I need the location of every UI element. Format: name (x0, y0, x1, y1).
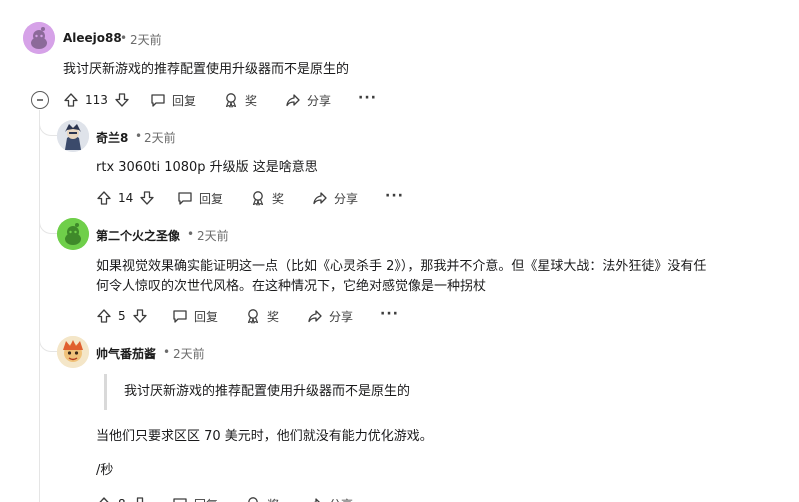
share-label: 分享 (329, 309, 354, 324)
more-options-button[interactable]: ··· (358, 90, 377, 106)
collapse-thread-button[interactable] (31, 91, 49, 109)
timestamp[interactable]: 2天前 (173, 345, 205, 362)
reply-icon (151, 94, 165, 107)
username[interactable]: 帅气番茄酱 (96, 345, 156, 362)
avatar[interactable] (57, 218, 89, 250)
comment-body-line: 何令人惊叹的次世代风格。在这种情况下，它绝对感觉像是一种拐杖 (96, 279, 487, 294)
username[interactable]: 奇兰8 (96, 129, 128, 146)
vote-count: 8 (118, 497, 126, 502)
reply-button[interactable]: 回复 (172, 304, 218, 328)
share-button[interactable]: 分享 (307, 304, 353, 328)
thread-elbow-1 (39, 110, 57, 136)
timestamp[interactable]: 2天前 (197, 227, 229, 244)
separator-dot: • (135, 129, 143, 143)
award-icon (225, 93, 237, 108)
share-button[interactable]: 分享 (307, 492, 353, 502)
reply-label: 回复 (172, 93, 197, 108)
comment-body: 我讨厌新游戏的推荐配置使用升级器而不是原生的 (63, 62, 350, 77)
reply-label: 回复 (194, 496, 218, 502)
comment-body: rtx 3060ti 1080p 升级版 这是啥意思 (96, 160, 318, 175)
reply-button[interactable]: 回复 (177, 186, 223, 210)
award-button[interactable]: 奖 (245, 492, 279, 502)
downvote-icon[interactable] (132, 308, 148, 324)
downvote-icon[interactable] (139, 190, 155, 206)
reply-button[interactable]: 回复 (150, 88, 196, 112)
timestamp[interactable]: 2天前 (130, 31, 162, 48)
separator-dot: • (120, 31, 128, 45)
timestamp[interactable]: 2天前 (144, 129, 176, 146)
share-button[interactable]: 分享 (312, 186, 358, 210)
vote-group: 14 (96, 186, 155, 210)
thread-elbow-3 (39, 326, 57, 352)
quote-block (104, 374, 107, 410)
vote-group: 8 (96, 492, 148, 502)
upvote-icon[interactable] (96, 308, 112, 324)
more-options-button[interactable]: ··· (380, 306, 399, 322)
reply-icon (173, 310, 187, 323)
avatar[interactable] (57, 120, 89, 152)
vote-count: 113 (85, 93, 108, 107)
avatar[interactable] (23, 22, 55, 54)
comment-body: 当他们只要求区区 70 美元时，他们就没有能力优化游戏。 (96, 429, 433, 444)
reply-label: 回复 (199, 191, 224, 206)
vote-count: 14 (118, 191, 134, 205)
comment-body-line: 如果视觉效果确实能证明这一点（比如《心灵杀手 2》），那我并不介意。但《星球大战… (96, 259, 707, 274)
upvote-icon[interactable] (63, 92, 79, 108)
quoted-text: 我讨厌新游戏的推荐配置使用升级器而不是原生的 (124, 384, 411, 399)
username[interactable]: Aleejo88 (63, 31, 122, 45)
share-label: 分享 (334, 191, 359, 206)
share-icon (313, 498, 320, 502)
vote-count: 5 (118, 309, 126, 323)
award-icon (248, 497, 258, 502)
award-label: 奖 (267, 496, 279, 502)
character-avatar-icon (57, 336, 89, 368)
share-icon (308, 310, 322, 323)
share-label: 分享 (329, 496, 353, 502)
reply-icon (173, 498, 187, 502)
snoo-avatar-icon (23, 22, 55, 54)
reply-label: 回复 (194, 309, 219, 324)
separator-dot: • (187, 227, 195, 241)
reply-button[interactable]: 回复 (172, 492, 218, 502)
more-options-button[interactable]: ··· (385, 188, 404, 204)
vote-group: 113 (63, 88, 130, 112)
share-button[interactable]: 分享 (285, 88, 331, 112)
award-button[interactable]: 奖 (245, 304, 279, 328)
share-icon (313, 192, 327, 205)
comment-signoff: /秒 (96, 463, 114, 478)
share-label: 分享 (307, 93, 332, 108)
reply-icon (178, 192, 192, 205)
avatar[interactable] (57, 336, 89, 368)
minus-icon (37, 99, 43, 101)
award-label: 奖 (245, 93, 258, 108)
character-avatar-icon (57, 120, 89, 152)
award-label: 奖 (267, 309, 280, 324)
award-button[interactable]: 奖 (250, 186, 284, 210)
award-label: 奖 (272, 191, 285, 206)
award-icon (252, 191, 264, 206)
snoo-avatar-icon (57, 218, 89, 250)
share-icon (286, 94, 300, 107)
vote-group: 5 (96, 304, 148, 328)
downvote-icon[interactable] (114, 92, 130, 108)
upvote-icon[interactable] (96, 496, 112, 502)
thread-elbow-2 (39, 208, 57, 234)
downvote-icon[interactable] (132, 496, 148, 502)
award-icon (247, 309, 259, 324)
separator-dot: • (163, 345, 171, 359)
upvote-icon[interactable] (96, 190, 112, 206)
thread-line-main (39, 112, 40, 502)
award-button[interactable]: 奖 (223, 88, 257, 112)
username[interactable]: 第二个火之圣像 (96, 227, 180, 244)
